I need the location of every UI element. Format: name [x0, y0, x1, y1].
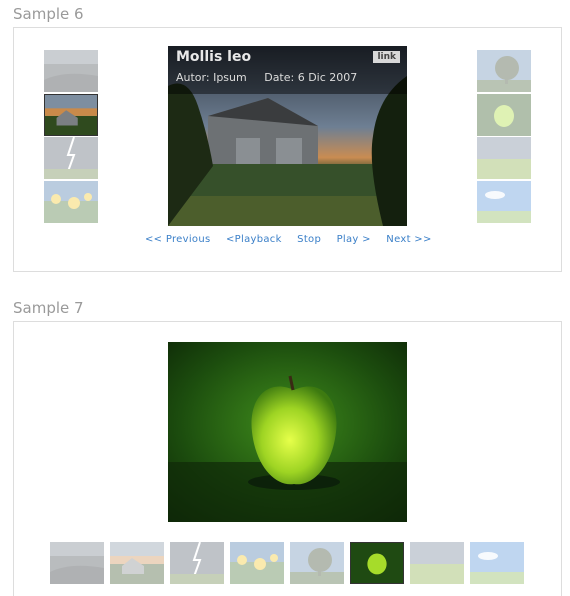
caption-author: Autor: Ipsum — [176, 71, 247, 84]
main-image-barn[interactable]: Mollis leo Autor: Ipsum Date: 6 Dic 2007… — [168, 46, 407, 226]
apple-photo — [168, 342, 407, 522]
thumb-tree-silhouette[interactable] — [477, 50, 531, 92]
thumb-blue-sky[interactable] — [477, 181, 531, 223]
strip-thumb-barn-sunset[interactable] — [110, 542, 164, 584]
thumb-green-apple[interactable] — [477, 94, 531, 136]
caption-meta: Autor: Ipsum Date: 6 Dic 2007 — [176, 71, 371, 84]
stop-link[interactable]: Stop — [297, 234, 321, 245]
caption-link-button[interactable]: link — [373, 51, 400, 63]
slideshow-controls: << Previous <Playback Stop Play > Next >… — [145, 234, 444, 245]
thumb-yellow-flowers[interactable] — [44, 181, 98, 223]
sample-6-title: Sample 6 — [13, 5, 84, 23]
thumb-green-field[interactable] — [477, 137, 531, 179]
strip-thumb-green-field[interactable] — [410, 542, 464, 584]
thumb-dark-water[interactable] — [44, 50, 98, 92]
thumb-lightning-storm[interactable] — [44, 137, 98, 179]
strip-thumb-yellow-flowers[interactable] — [230, 542, 284, 584]
strip-thumb-tree-silhouette[interactable] — [290, 542, 344, 584]
main-image-apple[interactable] — [168, 342, 407, 522]
strip-thumb-dark-water[interactable] — [50, 542, 104, 584]
strip-thumb-lightning-storm[interactable] — [170, 542, 224, 584]
image-caption-overlay: Mollis leo Autor: Ipsum Date: 6 Dic 2007… — [168, 46, 407, 94]
strip-thumb-green-apple[interactable] — [350, 542, 404, 584]
caption-date: Date: 6 Dic 2007 — [264, 71, 358, 84]
previous-link[interactable]: << Previous — [145, 234, 211, 245]
sample-7-title: Sample 7 — [13, 299, 84, 317]
play-link[interactable]: Play > — [337, 234, 371, 245]
playback-link[interactable]: <Playback — [226, 234, 282, 245]
next-link[interactable]: Next >> — [386, 234, 431, 245]
thumb-barn-sunset[interactable] — [44, 94, 98, 136]
caption-title: Mollis leo — [176, 49, 252, 65]
strip-thumb-blue-sky[interactable] — [470, 542, 524, 584]
